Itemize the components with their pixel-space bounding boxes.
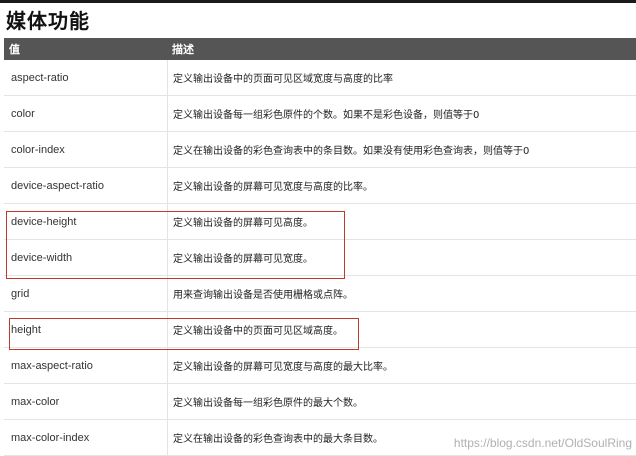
row-value: max-aspect-ratio [4,348,168,383]
row-value: color-index [4,132,168,167]
row-value: max-color-index [4,420,168,455]
table-row: max-aspect-ratio 定义输出设备的屏幕可见宽度与高度的最大比率。 [4,348,636,384]
row-description: 定义输出设备的屏幕可见高度。 [173,218,313,229]
row-value: device-aspect-ratio [4,168,168,203]
table-row: device-width 定义输出设备的屏幕可见宽度。 [4,240,636,276]
row-value: max-color [4,384,168,419]
row-value: device-height [4,204,168,239]
row-description: 定义输出设备的屏幕可见宽度。 [173,254,313,265]
media-features-table: 值 描述 aspect-ratio 定义输出设备中的页面可见区域宽度与高度的比率 … [4,38,636,456]
row-description: 定义在输出设备的彩色查询表中的最大条目数。 [173,434,383,445]
table-row: max-color 定义输出设备每一组彩色原件的最大个数。 [4,384,636,420]
header-description: 描述 [172,43,194,56]
row-value: aspect-ratio [4,60,168,95]
row-value: height [4,312,168,347]
row-description: 定义输出设备中的页面可见区域高度。 [173,326,343,337]
row-value: device-width [4,240,168,275]
table-row: color-index 定义在输出设备的彩色查询表中的条目数。如果没有使用彩色查询… [4,132,636,168]
row-description: 定义输出设备每一组彩色原件的个数。如果不是彩色设备，则值等于0 [173,110,480,121]
table-row: device-height 定义输出设备的屏幕可见高度。 [4,204,636,240]
table-row: device-aspect-ratio 定义输出设备的屏幕可见宽度与高度的比率。 [4,168,636,204]
table-header: 值 描述 [4,38,636,60]
table-row: height 定义输出设备中的页面可见区域高度。 [4,312,636,348]
row-description: 定义输出设备的屏幕可见宽度与高度的最大比率。 [173,362,393,373]
row-value: grid [4,276,168,311]
row-description: 定义输出设备的屏幕可见宽度与高度的比率。 [173,182,373,193]
table-row: aspect-ratio 定义输出设备中的页面可见区域宽度与高度的比率 [4,60,636,96]
header-value: 值 [9,43,20,56]
row-description: 用来查询输出设备是否使用栅格或点阵。 [173,290,353,301]
top-border [0,0,636,3]
page-title: 媒体功能 [6,9,90,33]
table-row: color 定义输出设备每一组彩色原件的个数。如果不是彩色设备，则值等于0 [4,96,636,132]
watermark: https://blog.csdn.net/OldSoulRing [453,436,632,450]
row-description: 定义输出设备每一组彩色原件的最大个数。 [173,398,363,409]
row-description: 定义输出设备中的页面可见区域宽度与高度的比率 [173,74,393,85]
row-value: color [4,96,168,131]
table-row: grid 用来查询输出设备是否使用栅格或点阵。 [4,276,636,312]
row-description: 定义在输出设备的彩色查询表中的条目数。如果没有使用彩色查询表，则值等于0 [173,146,530,157]
